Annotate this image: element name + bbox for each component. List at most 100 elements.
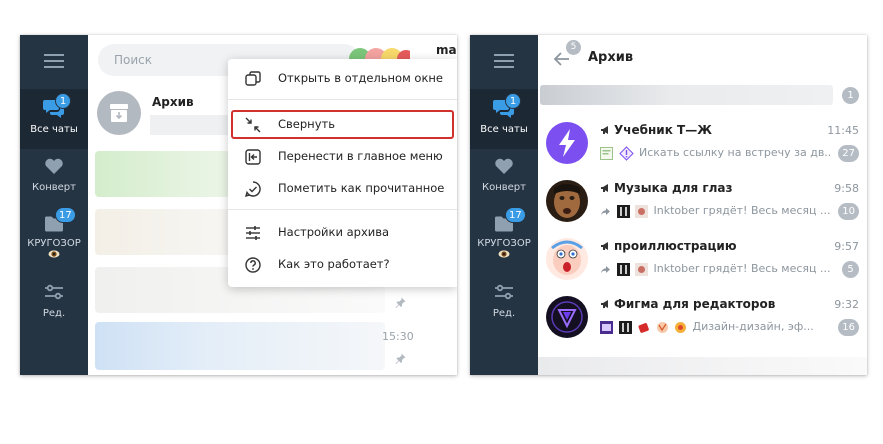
chat-preview-text: Искать ссылку на встречу за дв... [639,146,830,159]
sliders-icon [495,284,513,300]
document-thumbnail-icon [600,146,613,160]
chat-row[interactable]: Музыка для глаз 9:58 Inktober грядёт! Ве… [538,173,867,231]
chat-name: Фигма для редакторов [600,297,775,311]
menu-item-mark-read[interactable]: Пометить как прочитанное [228,175,457,203]
chat-row[interactable]: проиллюстрацию 9:57 Inktober грядёт! Вес… [538,231,867,289]
folder-konvert[interactable]: Конверт [20,149,88,209]
photo-thumbnail-icon [635,262,648,276]
folder-all-chats[interactable]: 1 Все чаты [20,89,88,149]
main-window: 1 Все чаты Конверт 17 КРУГОЗОР Ред. Поис… [20,35,457,375]
archive-title: Архив [152,95,194,109]
pin-icon [395,297,406,308]
warning-diamond-icon [618,145,634,161]
menu-item-open-in-window[interactable]: Открыть в отдельном окне [228,65,457,93]
menu-item-label: Перенести в главное меню [278,149,443,163]
lightning-avatar [546,122,588,164]
menu-item-collapse[interactable]: Свернуть [228,111,457,139]
photo-thumbnail-icon [600,320,613,334]
forward-arrow-icon [601,265,610,273]
menu-item-label: Настройки архива [278,225,390,239]
chat-time: 15:30 [382,330,414,343]
chat-name-text: Фигма для редакторов [614,297,776,311]
sliders-icon [45,284,63,300]
chat-time: 9:58 [834,182,859,195]
menu-item-how-it-works[interactable]: Как это работает? [228,251,457,279]
eye-emoji-icon [498,250,510,258]
folder-label: Ред. [492,308,516,319]
folder-edit[interactable]: Ред. [20,275,88,335]
folder-konvert[interactable]: Конверт [470,149,538,209]
folder-label: Все чаты [30,124,78,135]
folder-all-chats[interactable]: 1 Все чаты [470,89,538,149]
cartoon-avatar [546,238,588,280]
chat-name: Музыка для глаз [600,181,733,195]
chat-header-title: mac [436,43,457,57]
chat-row-blurred[interactable] [95,322,385,370]
move-to-menu-icon [245,149,261,165]
page-title: Архив [588,50,634,65]
unread-count: 5 [842,261,859,278]
emoji-icon [675,321,686,333]
menu-item-archive-settings[interactable]: Настройки архива [228,219,457,247]
chat-preview: Inktober грядёт! Весь месяц ... [600,203,830,219]
archive-preview-placeholder [150,115,230,135]
folders-sidebar: 1 Все чаты Конверт 17 КРУГОЗОР Ред. [20,35,88,375]
back-unread-count: 5 [566,40,581,55]
menu-item-label: Пометить как прочитанное [278,181,445,195]
hamburger-menu-icon[interactable] [44,54,64,68]
face-avatar [546,180,588,222]
megaphone-icon [601,126,608,134]
chat-time: 9:32 [834,298,859,311]
forward-arrow-icon [601,207,610,215]
emoji-icon [656,321,668,333]
collapse-icon [245,117,261,133]
mark-read-icon [244,181,261,198]
folder-edit[interactable]: Ред. [470,275,538,335]
figma-avatar [546,296,588,338]
chat-name-text: Учебник Т—Ж [614,123,712,137]
hamburger-menu-icon[interactable] [494,54,514,68]
chat-name-text: Музыка для глаз [614,181,733,195]
chat-preview: Дизайн-дизайн, эф... [600,319,830,335]
folder-krugozor[interactable]: 17 КРУГОЗОР [20,207,88,267]
unread-badge: 1 [505,93,521,109]
menu-separator [228,99,457,100]
folder-label: Все чаты [480,124,528,135]
unread-badge: 17 [505,207,526,223]
blurred-row-placeholder[interactable] [540,85,833,105]
archive-icon [97,91,141,135]
help-icon [245,257,261,273]
photo-thumbnail-icon [618,320,632,334]
settings-sliders-icon [246,226,260,240]
chat-time: 9:57 [834,240,859,253]
megaphone-icon [601,242,608,250]
blurred-row-placeholder[interactable] [538,357,867,375]
chat-name-text: проиллюстрацию [614,239,737,253]
eye-emoji-icon [48,250,60,258]
heart-icon [45,158,63,174]
chat-preview: Искать ссылку на встречу за дв... [600,145,830,161]
menu-item-move-to-main[interactable]: Перенести в главное меню [228,143,457,171]
megaphone-icon [601,184,608,192]
new-window-icon [245,71,261,86]
heart-icon [495,158,513,174]
archive-window: 1 Все чаты Конверт 17 КРУГОЗОР Ред. 5 Ар… [470,35,867,375]
chat-preview-text: Inktober грядёт! Весь месяц ... [653,262,831,275]
unread-count: 27 [838,145,859,162]
chat-row[interactable]: Учебник Т—Ж 11:45 Искать ссылку на встре… [538,115,867,173]
unread-badge: 17 [55,207,76,223]
folder-krugozor[interactable]: 17 КРУГОЗОР [470,207,538,267]
chat-preview: Inktober грядёт! Весь месяц ... [600,261,830,277]
folder-label: Конверт [32,182,76,193]
megaphone-icon [601,300,608,308]
unread-count: 1 [842,87,859,104]
menu-item-label: Свернуть [278,117,335,131]
menu-item-label: Как это работает? [278,257,390,271]
emoji-icon [638,322,649,333]
photo-thumbnail-icon [616,204,630,218]
menu-item-label: Открыть в отдельном окне [278,71,443,85]
chat-row[interactable]: Фигма для редакторов 9:32 Дизайн-дизайн,… [538,289,867,347]
chat-time: 11:45 [827,124,859,137]
folders-sidebar: 1 Все чаты Конверт 17 КРУГОЗОР Ред. [470,35,538,375]
photo-thumbnail-icon [635,204,648,218]
